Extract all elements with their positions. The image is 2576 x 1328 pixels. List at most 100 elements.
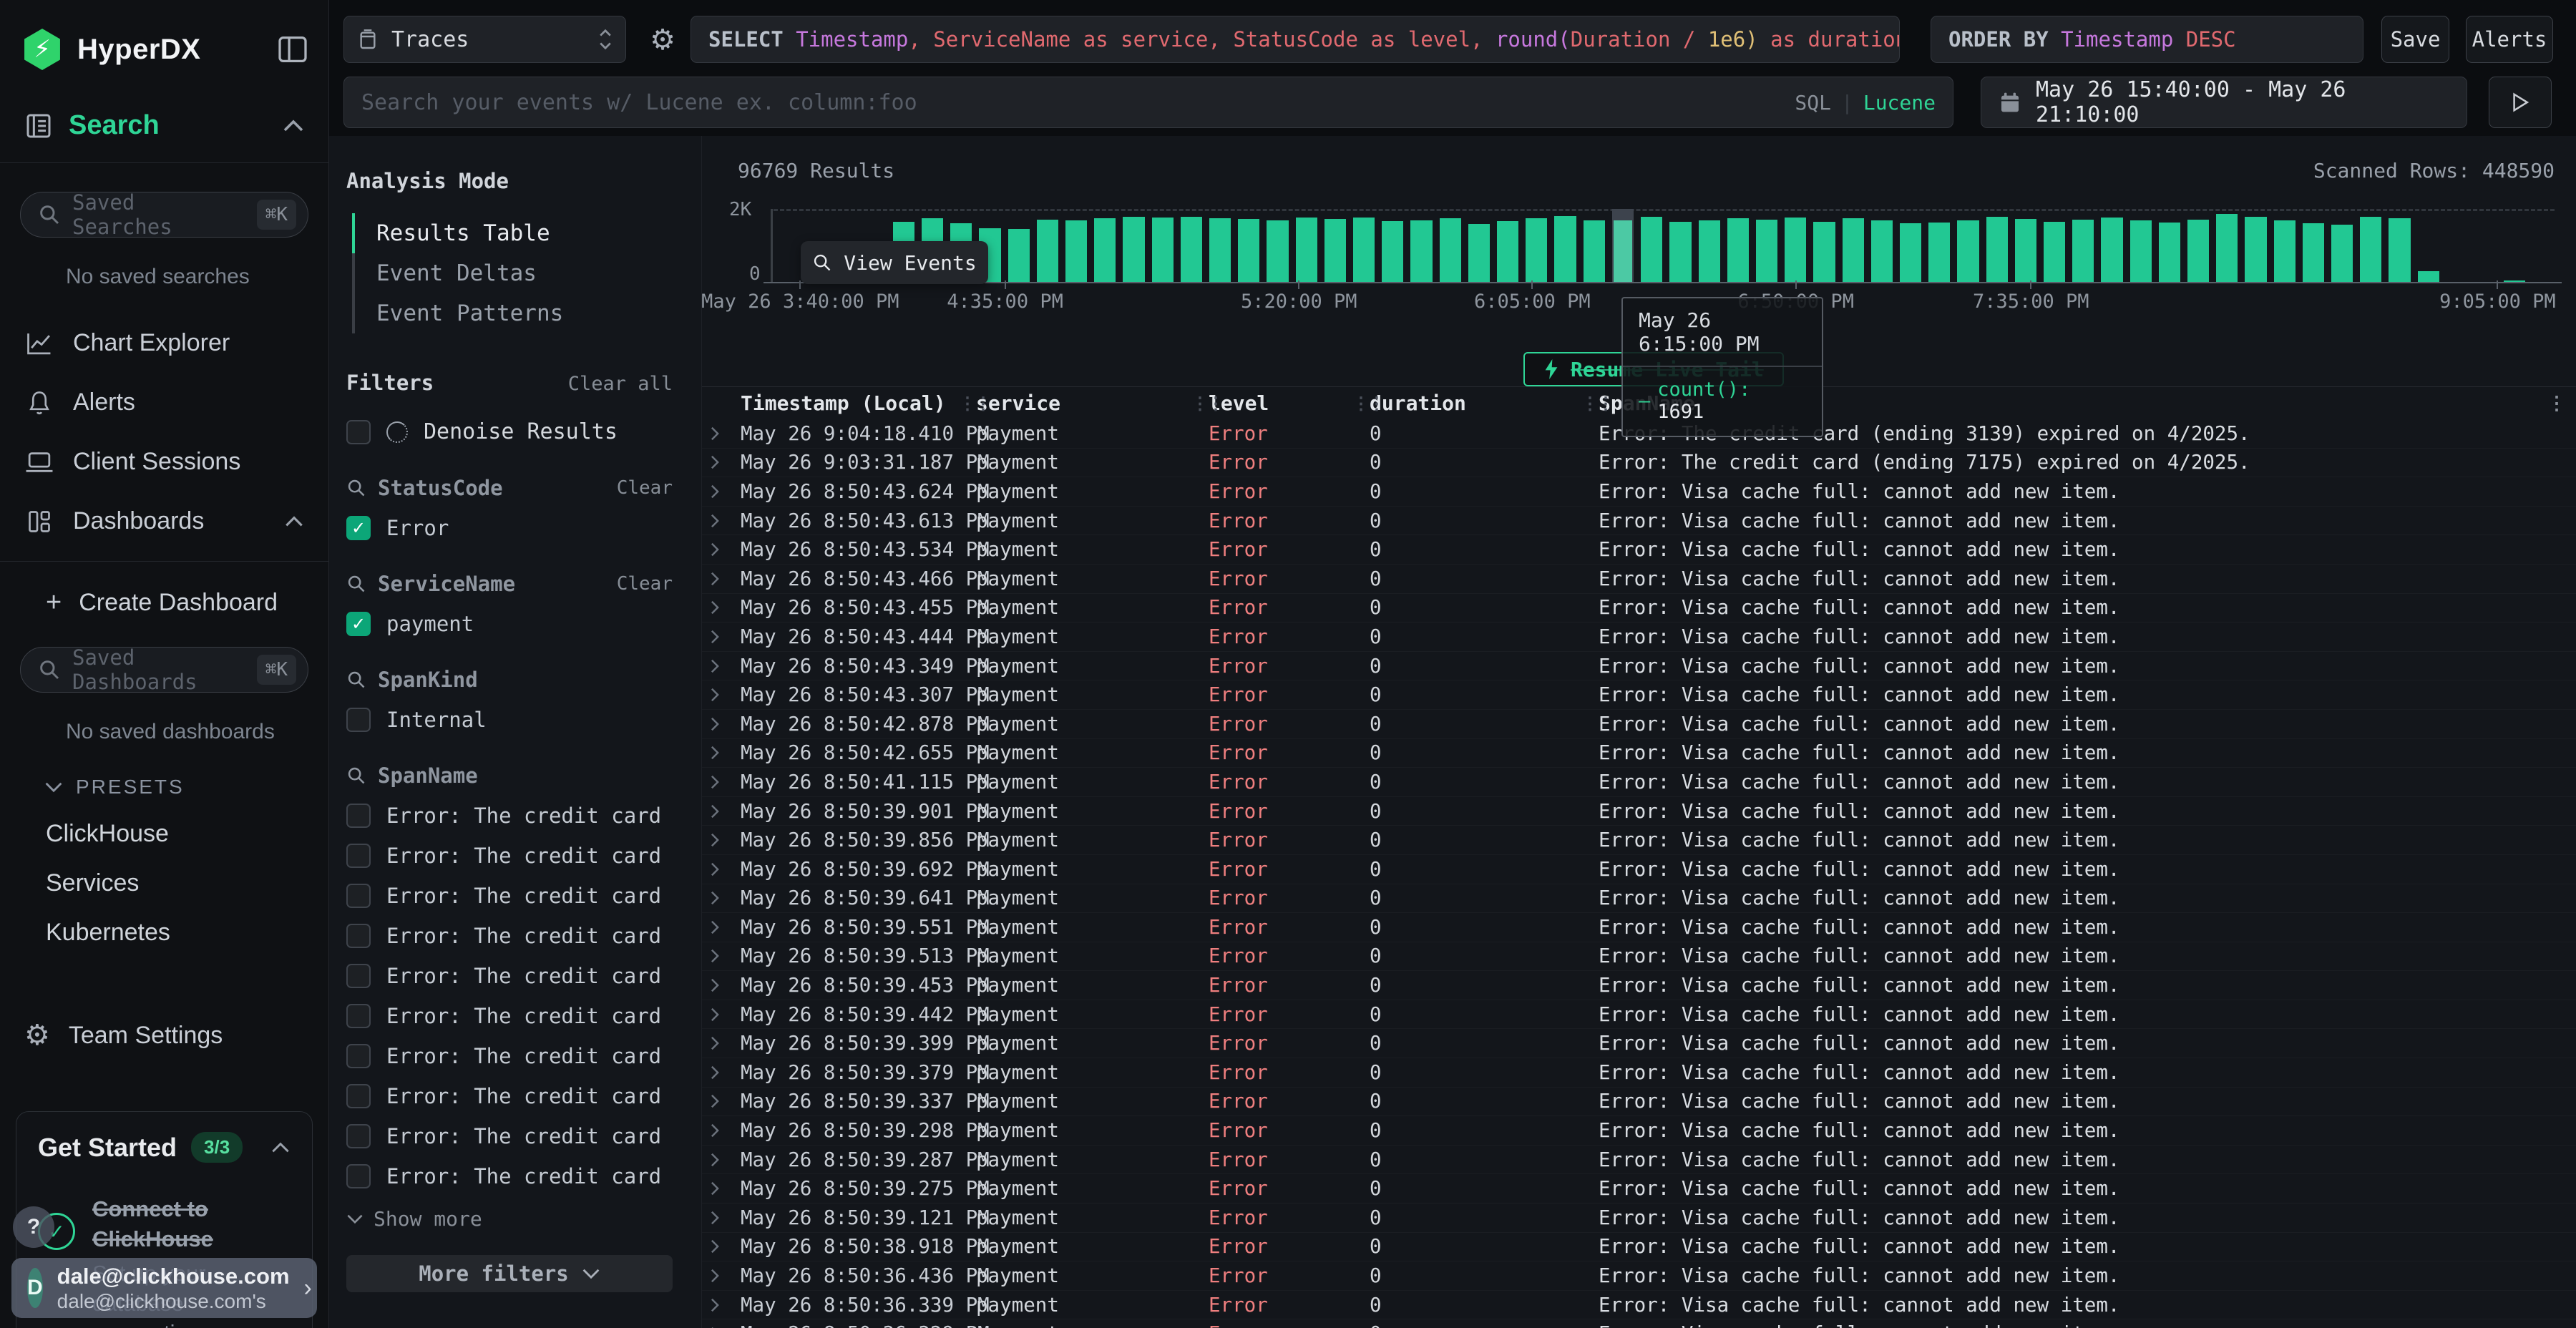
table-row[interactable]: May 26 8:50:39.337 PMpaymentError0Error:… [702, 1088, 2576, 1117]
date-range-input[interactable]: May 26 15:40:00 - May 26 21:10:00 [1981, 77, 2467, 128]
table-row[interactable]: May 26 8:50:39.121 PMpaymentError0Error:… [702, 1204, 2576, 1233]
column-drag-handle-icon[interactable]: ⋮⋮ [959, 394, 990, 414]
filter-option[interactable]: Error: The credit card … [346, 884, 673, 908]
checkbox-checked[interactable]: ✓ [346, 612, 371, 636]
row-expand-chevron-icon[interactable] [709, 1181, 735, 1196]
more-filters-button[interactable]: More filters [346, 1255, 673, 1292]
filter-clear-link[interactable]: Clear [617, 477, 673, 499]
row-expand-chevron-icon[interactable] [709, 1297, 735, 1313]
histogram-bar-slot[interactable] [2216, 209, 2238, 282]
row-expand-chevron-icon[interactable] [709, 745, 735, 761]
table-row[interactable]: May 26 8:50:42.878 PMpaymentError0Error:… [702, 710, 2576, 739]
table-row[interactable]: May 26 8:50:36.436 PMpaymentError0Error:… [702, 1261, 2576, 1291]
sidebar-preset-clickhouse[interactable]: ClickHouse [46, 820, 328, 848]
table-row[interactable]: May 26 8:50:39.453 PMpaymentError0Error:… [702, 971, 2576, 1000]
checkbox-checked[interactable]: ✓ [346, 516, 371, 540]
row-expand-chevron-icon[interactable] [709, 804, 735, 819]
table-row[interactable]: May 26 8:50:39.513 PMpaymentError0Error:… [702, 942, 2576, 972]
column-drag-handle-icon[interactable]: ⋮⋮ [1352, 394, 1384, 414]
table-row[interactable]: May 26 8:50:36.329 PMpaymentError0Error:… [702, 1319, 2576, 1328]
histogram-bar-slot[interactable] [1065, 209, 1087, 282]
table-row[interactable]: May 26 8:50:43.534 PMpaymentError0Error:… [702, 535, 2576, 565]
column-header-service[interactable]: ⋮⋮service [970, 391, 1203, 415]
row-expand-chevron-icon[interactable] [709, 687, 735, 703]
table-row[interactable]: May 26 8:50:43.307 PMpaymentError0Error:… [702, 680, 2576, 710]
column-header-timestamp[interactable]: Timestamp (Local) [735, 391, 970, 415]
filter-option[interactable]: Error: The credit card … [346, 1084, 673, 1108]
histogram-bar-slot[interactable] [1382, 209, 1403, 282]
row-expand-chevron-icon[interactable] [709, 1065, 735, 1080]
row-expand-chevron-icon[interactable] [709, 774, 735, 790]
histogram-bar-hovered[interactable] [1612, 209, 1634, 282]
histogram-bar-slot[interactable] [1756, 209, 1777, 282]
histogram-bar-slot[interactable] [1727, 209, 1749, 282]
row-expand-chevron-icon[interactable] [709, 600, 735, 615]
filter-option[interactable]: Error: The credit card … [346, 804, 673, 828]
histogram-bar-slot[interactable] [2044, 209, 2065, 282]
histogram-bar-slot[interactable] [1584, 209, 1605, 282]
mode-results-table[interactable]: Results Table [352, 213, 673, 253]
events-histogram[interactable] [774, 209, 2555, 282]
histogram-bar-slot[interactable] [2015, 209, 2036, 282]
table-options-kebab-icon[interactable]: ⋮ [2547, 393, 2566, 414]
sql-select-input[interactable]: SELECT Timestamp, ServiceName as service… [691, 16, 1900, 63]
row-expand-chevron-icon[interactable] [709, 1123, 735, 1138]
filter-option[interactable]: Error: The credit card … [346, 1124, 673, 1148]
table-row[interactable]: May 26 8:50:41.115 PMpaymentError0Error:… [702, 768, 2576, 797]
sidebar-item-dashboards[interactable]: Dashboards [0, 492, 328, 551]
row-expand-chevron-icon[interactable] [709, 1093, 735, 1109]
histogram-bar-slot[interactable] [2130, 209, 2152, 282]
sidebar-preset-services[interactable]: Services [46, 869, 328, 897]
histogram-bar-slot[interactable] [1957, 209, 1979, 282]
checkbox-unchecked[interactable] [346, 1004, 371, 1028]
row-expand-chevron-icon[interactable] [709, 658, 735, 674]
checkbox-unchecked[interactable] [346, 1164, 371, 1188]
histogram-bar-slot[interactable] [1296, 209, 1317, 282]
table-row[interactable]: May 26 8:50:43.624 PMpaymentError0Error:… [702, 477, 2576, 507]
filter-option[interactable]: Internal [346, 708, 673, 732]
table-row[interactable]: May 26 8:50:43.466 PMpaymentError0Error:… [702, 565, 2576, 594]
filter-option[interactable]: Error: The credit card … [346, 964, 673, 988]
table-row[interactable]: May 26 8:50:38.918 PMpaymentError0Error:… [702, 1233, 2576, 1262]
table-row[interactable]: May 26 8:50:43.455 PMpaymentError0Error:… [702, 594, 2576, 623]
lang-toggle-sql[interactable]: SQL [1795, 91, 1831, 114]
histogram-bar-slot[interactable] [1871, 209, 1893, 282]
histogram-bar-slot[interactable] [1267, 209, 1288, 282]
filter-option[interactable]: Error: The credit card … [346, 1004, 673, 1028]
view-events-button[interactable]: View Events [801, 241, 988, 284]
presets-toggle[interactable]: PRESETS [44, 776, 328, 799]
chevron-up-icon[interactable] [270, 1142, 291, 1153]
checkbox-unchecked[interactable] [346, 1084, 371, 1108]
column-header-duration[interactable]: ⋮⋮duration [1364, 391, 1593, 415]
histogram-bar-slot[interactable] [1641, 209, 1662, 282]
table-row[interactable]: May 26 8:50:39.298 PMpaymentError0Error:… [702, 1116, 2576, 1146]
column-header-level[interactable]: ⋮⋮level [1203, 391, 1364, 415]
histogram-bar-slot[interactable] [1181, 209, 1202, 282]
histogram-bar-slot[interactable] [1785, 209, 1806, 282]
histogram-bar-slot[interactable] [1843, 209, 1864, 282]
filter-option[interactable]: Error: The credit card … [346, 924, 673, 948]
histogram-bar-slot[interactable] [1324, 209, 1346, 282]
histogram-bar-slot[interactable] [2072, 209, 2094, 282]
checkbox-unchecked[interactable] [346, 1124, 371, 1148]
histogram-bar-slot[interactable] [1152, 209, 1174, 282]
histogram-bar-slot[interactable] [2360, 209, 2381, 282]
row-expand-chevron-icon[interactable] [709, 832, 735, 848]
histogram-bar-slot[interactable] [2532, 209, 2554, 282]
histogram-bar-slot[interactable] [2303, 209, 2324, 282]
histogram-bar-slot[interactable] [1037, 209, 1058, 282]
row-expand-chevron-icon[interactable] [709, 484, 735, 499]
histogram-bar-slot[interactable] [2389, 209, 2410, 282]
histogram-bar-slot[interactable] [2101, 209, 2122, 282]
histogram-bar-slot[interactable] [1209, 209, 1231, 282]
table-row[interactable]: May 26 8:50:39.692 PMpaymentError0Error:… [702, 855, 2576, 884]
histogram-bar-slot[interactable] [1699, 209, 1720, 282]
row-expand-chevron-icon[interactable] [709, 571, 735, 587]
table-row[interactable]: May 26 8:50:39.442 PMpaymentError0Error:… [702, 1000, 2576, 1030]
histogram-bar-slot[interactable] [1813, 209, 1835, 282]
filter-clear-link[interactable]: Clear [617, 573, 673, 595]
checkbox-unchecked[interactable] [346, 804, 371, 828]
row-expand-chevron-icon[interactable] [709, 861, 735, 877]
sidebar-item-search[interactable]: Search [0, 70, 328, 163]
row-expand-chevron-icon[interactable] [709, 454, 735, 470]
